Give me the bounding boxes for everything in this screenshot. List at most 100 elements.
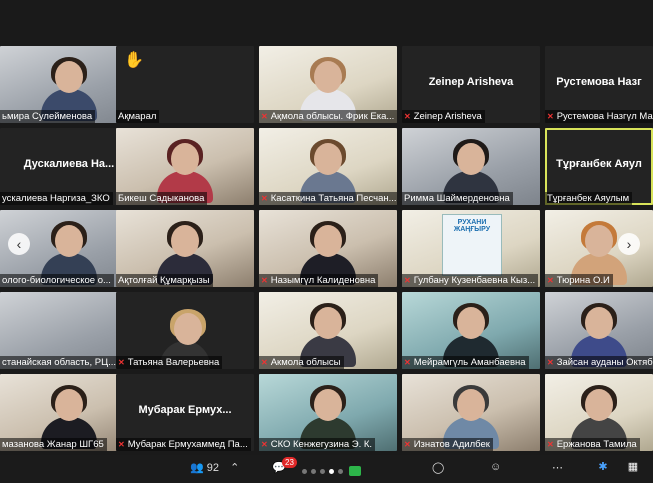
participant-display-name: Zeinep Arisheva	[428, 76, 514, 88]
mic-off-icon: ✕	[118, 358, 125, 367]
reactions-button[interactable]: ☺	[490, 461, 501, 473]
participants-button[interactable]: 👥 92 ⌃	[190, 461, 239, 474]
video-tile[interactable]: Рустемова Назг ✕ Рустемова Назгүл Ма	[545, 46, 653, 123]
mic-off-icon: ✕	[118, 440, 125, 449]
participant-name-label: Ақтолғай Құмарқызы	[116, 274, 213, 287]
participant-name-label: станайская область, РЦ...	[0, 356, 120, 369]
mic-off-icon: ✕	[404, 440, 411, 449]
participant-name-label: ✕ Рустемова Назгүл Ма	[545, 110, 653, 123]
video-tile[interactable]: Ақтолғай Құмарқызы	[116, 210, 254, 287]
participant-name-label: Тұрғанбек Аяулым	[545, 192, 633, 205]
video-tile[interactable]: Zeinep Arisheva ✕ Zeinep Arisheva	[402, 46, 540, 123]
participant-name-label: ✕ Тюрина О.И	[545, 274, 613, 287]
video-tile[interactable]: Римма Шаймерденовна	[402, 128, 540, 205]
participant-name-label: ускалиева Наргиза_ЗКО	[0, 192, 113, 205]
participant-video	[300, 221, 356, 285]
participant-name-label: ✕ Татьяна Валерьевна	[116, 356, 223, 369]
mic-off-icon: ✕	[404, 276, 411, 285]
mic-off-icon: ✕	[404, 358, 411, 367]
video-tile[interactable]: Мубарак Ермух... ✕ Мубарак Ермухаммед Па.…	[116, 374, 254, 451]
chevron-up-icon: ⌃	[230, 462, 240, 474]
participant-video	[443, 303, 499, 367]
meeting-toolbar: 👥 92 ⌃ 💬 23 ◯ ☺ ⋯ ✱ ▦	[0, 455, 653, 483]
participant-name-label: ✕ Назымгүл Калиденовна	[259, 274, 379, 287]
participant-video	[571, 303, 627, 367]
participant-name-label: Ақмарал	[116, 110, 160, 123]
video-tile[interactable]: ✕ Ержанова Тамила	[545, 374, 653, 451]
prev-page-button[interactable]: ‹	[8, 233, 30, 255]
participant-video	[41, 221, 97, 285]
participant-video	[443, 385, 499, 449]
record-icon: ◯	[432, 462, 445, 474]
participant-video	[571, 221, 627, 285]
participants-count: 92	[206, 462, 220, 474]
share-screen-icon[interactable]	[349, 466, 361, 477]
video-tile[interactable]: ✕ Мейрамгүль Аманбаевна	[402, 292, 540, 369]
video-tile[interactable]: ✕ Назымгүл Калиденовна	[259, 210, 397, 287]
mic-off-icon: ✕	[261, 112, 268, 121]
participant-video	[300, 139, 356, 203]
video-tile[interactable]: РУХАНИ ЖАҢҒЫРУ ✕ Гулбану Кузенбаевна Кыз.…	[402, 210, 540, 287]
participant-name-label: Римма Шаймерденовна	[402, 192, 513, 205]
network-icon: ▦	[627, 461, 639, 473]
participant-name-label: ✕ Акмола облысы	[259, 356, 344, 369]
participant-name-label: ✕ СКО Кенжегузина Э. К.	[259, 438, 376, 451]
participant-name-label: ✕ Zeinep Arisheva	[402, 110, 485, 123]
participant-video	[300, 57, 356, 121]
video-tile[interactable]: ✕ Акмола облысы	[259, 292, 397, 369]
video-tile[interactable]: ✕ Татьяна Валерьевна	[116, 292, 254, 369]
participant-video	[157, 221, 213, 285]
participant-name-label: ✕ Изнатов Адилбек	[402, 438, 493, 451]
participant-name-label: ✕ Мейрамгүль Аманбаевна	[402, 356, 529, 369]
participant-video	[41, 57, 97, 121]
participant-video	[157, 139, 213, 203]
participant-video	[300, 385, 356, 449]
video-tile[interactable]: ✕ Изнатов Адилбек	[402, 374, 540, 451]
participant-name-label: ьмира Сулейменова	[0, 110, 96, 123]
video-tile[interactable]: Бикеш Садыканова	[116, 128, 254, 205]
page-indicator	[300, 465, 361, 477]
mic-off-icon: ✕	[261, 194, 268, 203]
chat-badge: 23	[282, 457, 297, 468]
next-page-button[interactable]: ›	[618, 233, 640, 255]
presentation-slide: РУХАНИ ЖАҢҒЫРУ	[442, 214, 502, 276]
participant-video	[300, 303, 356, 367]
raised-hand-icon: ✋	[124, 52, 144, 69]
participant-name-label: ✕ Зайсан ауданы Октяб	[545, 356, 653, 369]
video-tile[interactable]: ✕ Ақмола облысы. Фрик Ека...	[259, 46, 397, 123]
more-button[interactable]: ⋯	[552, 461, 563, 474]
participant-display-name: Рустемова Назг	[556, 76, 642, 88]
participant-name-label: ✕ Ержанова Тамила	[545, 438, 640, 451]
mic-off-icon: ✕	[547, 276, 554, 285]
participants-icon: 👥	[190, 462, 204, 474]
mic-off-icon: ✕	[547, 112, 554, 121]
active-speaker-tile[interactable]: Тұрғанбек Аяул Тұрғанбек Аяулым	[545, 128, 653, 205]
participant-display-name: Тұрғанбек Аяул	[556, 158, 642, 170]
participant-video	[443, 139, 499, 203]
participant-name-label: ✕ Касаткина Татьяна Песчан...	[259, 192, 397, 205]
participant-display-name: Мубарак Ермух...	[138, 404, 232, 416]
video-tile[interactable]: ✕ Касаткина Татьяна Песчан...	[259, 128, 397, 205]
slide-title: РУХАНИ	[457, 219, 487, 226]
participant-name-label: ✕ Мубарак Ермухаммед Па...	[116, 438, 251, 451]
participant-name-label: Бикеш Садыканова	[116, 192, 208, 205]
video-tile[interactable]: ✋ Ақмарал	[116, 46, 254, 123]
mic-off-icon: ✕	[547, 440, 554, 449]
participant-video	[41, 385, 97, 449]
mic-off-icon: ✕	[261, 358, 268, 367]
chat-button[interactable]: 💬 23	[272, 457, 297, 474]
participant-name-label: ✕ Гулбану Кузенбаевна Кыз...	[402, 274, 539, 287]
participant-name-label: ✕ Ақмола облысы. Фрик Ека...	[259, 110, 397, 123]
mic-off-icon: ✕	[404, 112, 411, 121]
record-button[interactable]: ◯	[432, 461, 444, 474]
mic-off-icon: ✕	[261, 440, 268, 449]
video-grid: ьмира Сулейменова ✋ Ақмарал ✕ Ақмола облы…	[0, 0, 653, 455]
mic-off-icon: ✕	[547, 358, 554, 367]
bluetooth-icon: ✱	[598, 461, 608, 473]
video-tile[interactable]: ✕ Зайсан ауданы Октяб	[545, 292, 653, 369]
video-tile[interactable]: ✕ СКО Кенжегузина Э. К.	[259, 374, 397, 451]
more-icon: ⋯	[552, 462, 563, 474]
participant-video	[571, 385, 627, 449]
mic-off-icon: ✕	[261, 276, 268, 285]
participant-name-label: олого-биологическое о...	[0, 274, 114, 287]
